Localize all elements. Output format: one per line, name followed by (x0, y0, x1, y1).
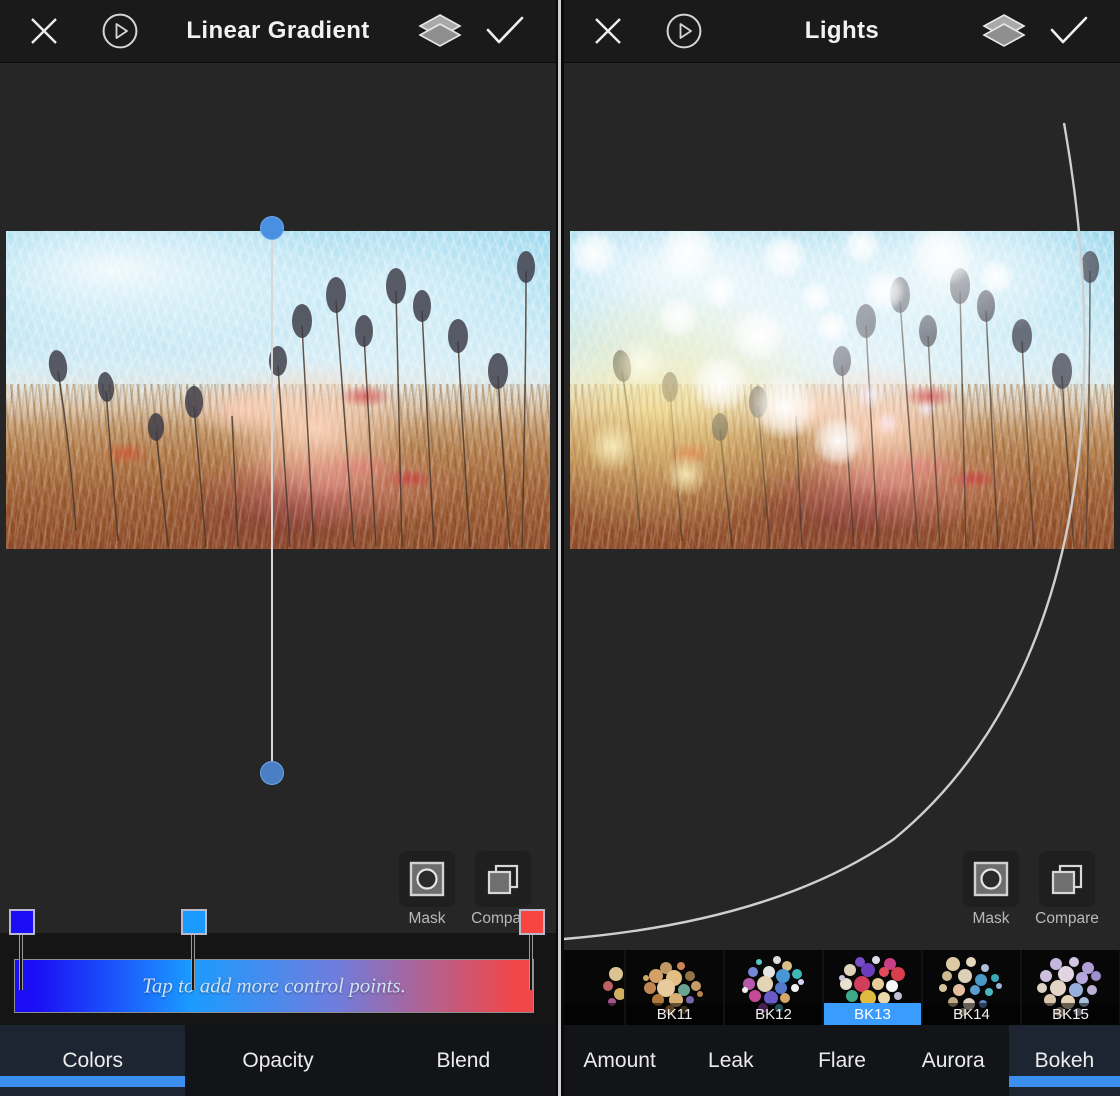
mask-circle-icon (963, 851, 1019, 907)
preset-item[interactable]: BK14 (923, 950, 1020, 1025)
right-editor-panel: Lights (564, 0, 1120, 1096)
right-canvas-area[interactable] (564, 63, 1120, 863)
poppy-stems (6, 231, 550, 549)
gradient-bar[interactable]: Tap to add more control points. (14, 959, 534, 1013)
left-tools-strip: Mask Compare (0, 851, 556, 933)
lights-arc-path (564, 63, 1120, 1096)
preset-label: BK11 (626, 1003, 723, 1025)
play-icon[interactable] (656, 0, 712, 63)
left-canvas-area[interactable] (0, 63, 556, 863)
mask-label: Mask (972, 910, 1009, 928)
tab-aurora-label: Aurora (922, 1049, 985, 1073)
preset-item[interactable]: BK11 (626, 950, 723, 1025)
right-topbar: Lights (564, 0, 1120, 63)
preset-label: BK13 (824, 1003, 921, 1025)
control-point-1[interactable] (9, 909, 35, 935)
tab-leak[interactable]: Leak (675, 1025, 786, 1096)
mask-circle-icon (399, 851, 455, 907)
check-icon[interactable] (470, 0, 540, 63)
tab-aurora[interactable]: Aurora (898, 1025, 1009, 1096)
tab-colors-label: Colors (62, 1049, 123, 1073)
gradient-handle-top[interactable] (260, 216, 284, 240)
preset-item[interactable]: BK15 (1022, 950, 1119, 1025)
check-icon[interactable] (1034, 0, 1104, 63)
right-tabbar: Amount Leak Flare Aurora Bokeh (564, 1025, 1120, 1096)
preset-label (564, 1003, 624, 1025)
preset-label: BK15 (1022, 1003, 1119, 1025)
tab-bokeh-label: Bokeh (1035, 1049, 1095, 1073)
preset-item[interactable]: BK12 (725, 950, 822, 1025)
compare-label: Compare (1035, 910, 1099, 928)
left-editor-panel: Linear Gradient (0, 0, 556, 1096)
mask-label: Mask (408, 910, 445, 928)
tab-opacity[interactable]: Opacity (185, 1025, 370, 1096)
tab-colors[interactable]: Colors (0, 1025, 185, 1096)
panel-divider (556, 0, 564, 1096)
left-topbar: Linear Gradient (0, 0, 556, 63)
tab-flare-label: Flare (818, 1049, 866, 1073)
compare-button[interactable]: Compare (1036, 851, 1098, 928)
compare-squares-icon (1039, 851, 1095, 907)
preset-item[interactable] (564, 950, 624, 1025)
preset-label: BK12 (725, 1003, 822, 1025)
bokeh-preset-strip[interactable]: BK11 (564, 950, 1120, 1025)
compare-squares-icon (475, 851, 531, 907)
right-photo[interactable] (570, 231, 1114, 549)
close-icon[interactable] (12, 0, 76, 63)
left-tabbar: Colors Opacity Blend (0, 1025, 556, 1096)
gradient-hint-text: Tap to add more control points. (15, 974, 533, 999)
bokeh-overlay (570, 231, 1114, 549)
control-point-3[interactable] (519, 909, 545, 935)
mask-button[interactable]: Mask (960, 851, 1022, 928)
tab-flare[interactable]: Flare (786, 1025, 897, 1096)
tab-amount-label: Amount (583, 1049, 655, 1073)
layers-icon[interactable] (974, 0, 1034, 63)
tab-blend[interactable]: Blend (371, 1025, 556, 1096)
layers-icon[interactable] (410, 0, 470, 63)
left-photo[interactable] (6, 231, 550, 549)
close-icon[interactable] (576, 0, 640, 63)
preset-label: BK14 (923, 1003, 1020, 1025)
tab-amount[interactable]: Amount (564, 1025, 675, 1096)
gradient-editor[interactable]: Tap to add more control points. (0, 933, 556, 1025)
app-root: Linear Gradient (0, 0, 1120, 1096)
gradient-control-line[interactable] (271, 228, 273, 773)
play-icon[interactable] (92, 0, 148, 63)
tab-leak-label: Leak (708, 1049, 754, 1073)
mask-button[interactable]: Mask (396, 851, 458, 928)
right-tools-strip: Mask Compare (564, 851, 1120, 933)
tab-opacity-label: Opacity (242, 1049, 313, 1073)
gradient-handle-bottom[interactable] (260, 761, 284, 785)
control-point-2[interactable] (181, 909, 207, 935)
preset-item-selected[interactable]: BK13 (824, 950, 921, 1025)
tab-blend-label: Blend (436, 1049, 490, 1073)
tab-bokeh[interactable]: Bokeh (1009, 1025, 1120, 1096)
